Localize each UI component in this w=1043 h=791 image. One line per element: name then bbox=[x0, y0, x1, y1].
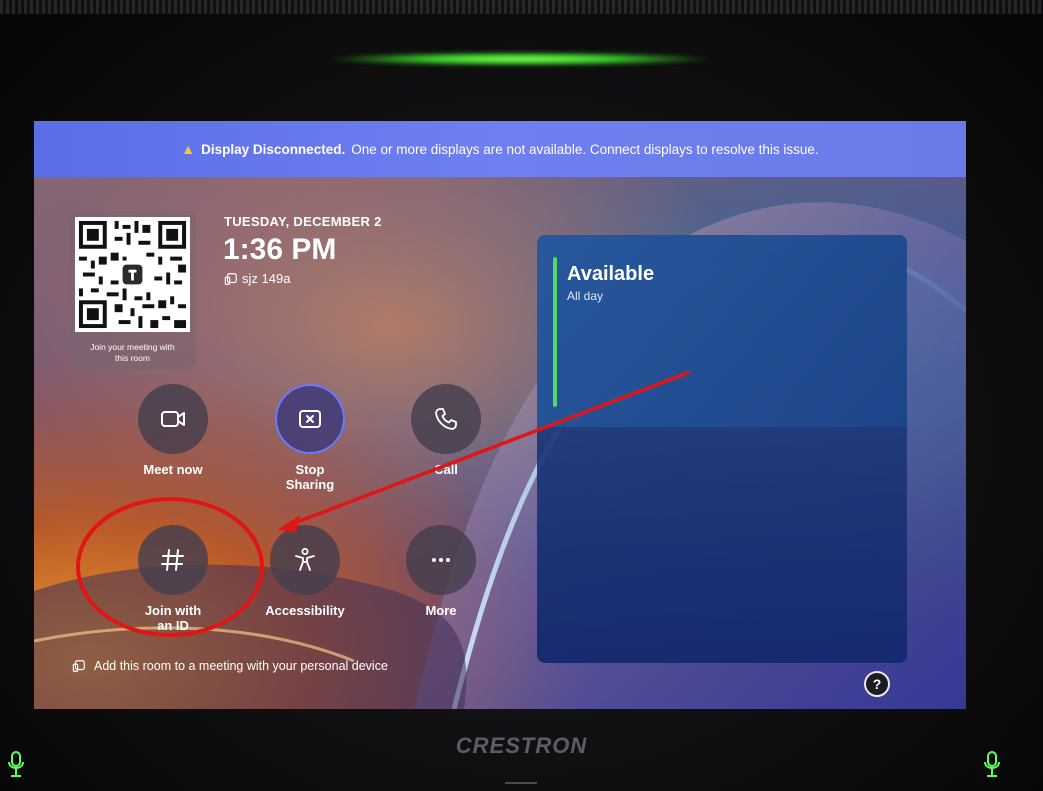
stop-sharing-label-line2: Sharing bbox=[285, 477, 335, 492]
availability-status: Available bbox=[567, 263, 655, 285]
qr-caption-line2: this room bbox=[115, 353, 150, 363]
join-with-id-circle[interactable] bbox=[138, 525, 208, 595]
cast-icon bbox=[72, 660, 85, 672]
stop-share-icon bbox=[299, 410, 321, 428]
join-with-id-label-line1: Join with bbox=[144, 603, 202, 618]
warning-icon: ▲ bbox=[181, 141, 196, 157]
add-room-text: Add this room to a meeting with your per… bbox=[94, 659, 388, 673]
join-with-id-label: Join with an ID bbox=[123, 603, 223, 633]
qr-caption-line1: Join your meeting with bbox=[90, 342, 175, 352]
more-circle[interactable] bbox=[406, 525, 476, 595]
teams-room-screen: ▲ Display Disconnected. One or more disp… bbox=[34, 121, 966, 709]
video-camera-icon bbox=[161, 411, 185, 427]
stop-sharing-circle[interactable] bbox=[275, 384, 345, 454]
stop-sharing-label: Stop Sharing bbox=[260, 462, 360, 492]
meet-now-label: Meet now bbox=[143, 462, 203, 477]
mic-led-right-icon bbox=[984, 751, 1000, 777]
hash-icon bbox=[161, 549, 184, 571]
meet-now-button[interactable]: Meet now bbox=[123, 384, 223, 477]
alert-title: Display Disconnected. bbox=[201, 141, 346, 157]
room-name: sjz 149a bbox=[242, 271, 291, 286]
join-with-id-label-line2: an ID bbox=[157, 618, 189, 633]
stop-sharing-button[interactable]: Stop Sharing bbox=[260, 384, 360, 492]
touch-panel-device: ▲ Display Disconnected. One or more disp… bbox=[0, 0, 1043, 791]
availability-accent-bar bbox=[553, 257, 557, 407]
add-room-prompt[interactable]: Add this room to a meeting with your per… bbox=[72, 659, 388, 673]
speaker-grille bbox=[0, 0, 1043, 14]
more-dots-icon bbox=[432, 558, 450, 562]
room-name-row: sjz 149a bbox=[224, 271, 290, 286]
alert-message: One or more displays are not available. … bbox=[351, 141, 819, 157]
qr-code bbox=[75, 217, 190, 332]
status-led bbox=[330, 52, 710, 66]
cast-icon bbox=[224, 272, 237, 285]
display-disconnected-banner[interactable]: ▲ Display Disconnected. One or more disp… bbox=[34, 121, 966, 177]
call-label: Call bbox=[434, 462, 458, 477]
join-qr-card[interactable]: Join your meeting with this room bbox=[69, 211, 196, 369]
stop-sharing-label-line1: Stop bbox=[295, 462, 325, 477]
date-label: TUESDAY, DECEMBER 2 bbox=[224, 214, 382, 229]
availability-card[interactable]: Available All day bbox=[537, 235, 907, 427]
accessibility-icon bbox=[295, 548, 315, 571]
accessibility-button[interactable]: Accessibility bbox=[255, 525, 355, 618]
calendar-panel[interactable]: Available All day bbox=[537, 235, 907, 663]
bottom-indicator bbox=[505, 782, 537, 784]
mic-led-left-icon bbox=[8, 751, 24, 777]
qr-caption: Join your meeting with this room bbox=[75, 342, 190, 364]
call-circle[interactable] bbox=[411, 384, 481, 454]
more-button[interactable]: More bbox=[391, 525, 491, 618]
meet-now-circle[interactable] bbox=[138, 384, 208, 454]
help-button[interactable]: ? bbox=[864, 671, 890, 697]
phone-icon bbox=[435, 408, 457, 430]
crestron-logo: CRESTRON bbox=[455, 733, 588, 758]
call-button[interactable]: Call bbox=[396, 384, 496, 477]
availability-substatus: All day bbox=[567, 289, 604, 303]
more-label: More bbox=[425, 603, 457, 618]
accessibility-circle[interactable] bbox=[270, 525, 340, 595]
time-label: 1:36 PM bbox=[223, 233, 337, 266]
join-with-id-button[interactable]: Join with an ID bbox=[123, 525, 223, 633]
accessibility-label: Accessibility bbox=[265, 603, 345, 618]
